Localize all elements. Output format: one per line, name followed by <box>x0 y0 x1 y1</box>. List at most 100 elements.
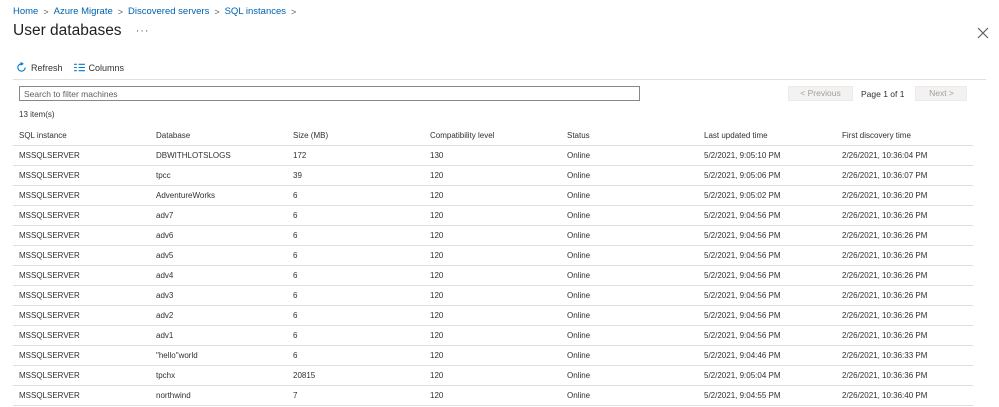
table-cell: MSSQLSERVER <box>13 345 150 366</box>
table-cell: MSSQLSERVER <box>13 225 150 246</box>
table-cell: 2/26/2021, 10:36:26 PM <box>836 285 973 306</box>
table-cell: 5/2/2021, 9:05:06 PM <box>698 165 836 186</box>
table-cell: 5/2/2021, 9:05:10 PM <box>698 145 836 166</box>
table-cell: 6 <box>287 285 424 306</box>
table-cell: 39 <box>287 165 424 186</box>
table-cell: adv2 <box>150 305 287 326</box>
table-cell: 2/26/2021, 10:36:26 PM <box>836 205 973 226</box>
breadcrumb-separator: > <box>117 6 124 17</box>
table-cell: 120 <box>424 305 561 326</box>
table-cell: 172 <box>287 145 424 166</box>
table-cell: Online <box>561 365 698 386</box>
table-cell: 2/26/2021, 10:36:26 PM <box>836 245 973 266</box>
table-row[interactable]: MSSQLSERVER adv5 6 120 Online 5/2/2021, 9:04:… <box>13 245 973 266</box>
table-cell: Online <box>561 305 698 326</box>
table-cell: 120 <box>424 285 561 306</box>
column-header[interactable]: Status <box>561 125 698 146</box>
table-cell: tpchx <box>150 365 287 386</box>
table-row[interactable]: MSSQLSERVER DBWITHLOTSLOGS 172 130 Online 5/2… <box>13 145 973 166</box>
table-row[interactable]: MSSQLSERVER adv7 6 120 Online 5/2/2021, 9:04:… <box>13 205 973 226</box>
table-row[interactable]: MSSQLSERVER "hello"world 6 120 Online 5/2/202… <box>13 345 973 366</box>
refresh-label: Refresh <box>31 62 63 73</box>
table-cell: 120 <box>424 245 561 266</box>
table-cell: 120 <box>424 345 561 366</box>
table-cell: adv6 <box>150 225 287 246</box>
columns-label: Columns <box>88 62 125 73</box>
column-header[interactable]: Database <box>150 125 287 146</box>
table-cell: Online <box>561 165 698 186</box>
table-cell: 2/26/2021, 10:36:36 PM <box>836 365 973 386</box>
table-cell: 120 <box>424 325 561 346</box>
table-cell: 5/2/2021, 9:04:56 PM <box>698 265 836 286</box>
table-cell: 6 <box>287 205 424 226</box>
table-cell: 6 <box>287 305 424 326</box>
table-row[interactable]: MSSQLSERVER adv4 6 120 Online 5/2/2021, 9:04:… <box>13 265 973 286</box>
toolbar: Refresh Columns <box>16 62 135 73</box>
table-cell: Online <box>561 225 698 246</box>
table-cell: 6 <box>287 265 424 286</box>
table-cell: northwind <box>150 385 287 406</box>
table-cell: MSSQLSERVER <box>13 205 150 226</box>
table-row[interactable]: MSSQLSERVER northwind 7 120 Online 5/2/2021, … <box>13 385 973 406</box>
table-row[interactable]: MSSQLSERVER tpcc 39 120 Online 5/2/2021, 9:05… <box>13 165 973 186</box>
table-row[interactable]: MSSQLSERVER adv3 6 120 Online 5/2/2021, 9:04:… <box>13 285 973 306</box>
table-cell: Online <box>561 265 698 286</box>
table-cell: adv3 <box>150 285 287 306</box>
breadcrumb-link[interactable]: Home <box>13 6 38 17</box>
column-header[interactable]: First discovery time <box>836 125 973 146</box>
table-cell: 2/26/2021, 10:36:26 PM <box>836 305 973 326</box>
breadcrumb-link[interactable]: SQL instances <box>225 6 286 17</box>
table-cell: MSSQLSERVER <box>13 265 150 286</box>
table-row[interactable]: MSSQLSERVER adv1 6 120 Online 5/2/2021, 9:04:… <box>13 325 973 346</box>
close-icon[interactable] <box>977 26 989 39</box>
column-header[interactable]: Last updated time <box>698 125 836 146</box>
search-input[interactable] <box>19 86 640 101</box>
columns-button[interactable]: Columns <box>73 62 125 73</box>
table-cell: Online <box>561 245 698 266</box>
table-cell: Online <box>561 285 698 306</box>
column-header[interactable]: SQL instance <box>13 125 150 146</box>
table-cell: Online <box>561 345 698 366</box>
table-cell: Online <box>561 205 698 226</box>
breadcrumb-link[interactable]: Azure Migrate <box>54 6 113 17</box>
table-cell: 6 <box>287 345 424 366</box>
table-cell: 6 <box>287 185 424 206</box>
table-cell: adv7 <box>150 205 287 226</box>
breadcrumb-separator: > <box>43 6 49 17</box>
table-cell: 2/26/2021, 10:36:26 PM <box>836 325 973 346</box>
breadcrumb-separator: > <box>214 6 220 17</box>
next-page-button[interactable]: Next > <box>915 86 968 101</box>
table-cell: 2/26/2021, 10:36:07 PM <box>836 165 973 186</box>
title-row: User databases ··· <box>13 22 150 40</box>
breadcrumb: Home > Azure Migrate > Discovered servers > SQ… <box>13 6 301 17</box>
column-header[interactable]: Size (MB) <box>287 125 424 146</box>
table-cell: 120 <box>424 225 561 246</box>
table-cell: 120 <box>424 165 561 186</box>
table-cell: 5/2/2021, 9:04:56 PM <box>698 325 836 346</box>
table-cell: 5/2/2021, 9:04:55 PM <box>698 385 836 406</box>
refresh-icon <box>17 62 26 72</box>
table-cell: 120 <box>424 365 561 386</box>
table-cell: MSSQLSERVER <box>13 285 150 306</box>
table-cell: MSSQLSERVER <box>13 145 150 166</box>
table-cell: Online <box>561 325 698 346</box>
table-cell: AdventureWorks <box>150 185 287 206</box>
previous-page-button[interactable]: < Previous <box>788 86 853 101</box>
table-cell: tpcc <box>150 165 287 186</box>
breadcrumb-link[interactable]: Discovered servers <box>128 6 209 17</box>
table-row[interactable]: MSSQLSERVER tpchx 20815 120 Online 5/2/2021, … <box>13 365 973 386</box>
more-options-button[interactable]: ··· <box>136 25 150 37</box>
table-row[interactable]: MSSQLSERVER adv2 6 120 Online 5/2/2021, 9:04:… <box>13 305 973 326</box>
table-cell: 120 <box>424 185 561 206</box>
breadcrumb-separator: > <box>291 6 297 17</box>
table-cell: Online <box>561 185 698 206</box>
table-cell: 5/2/2021, 9:05:04 PM <box>698 365 836 386</box>
refresh-button[interactable]: Refresh <box>16 62 63 73</box>
column-header[interactable]: Compatibility level <box>424 125 561 146</box>
table-cell: 120 <box>424 385 561 406</box>
table-cell: MSSQLSERVER <box>13 245 150 266</box>
table-row[interactable]: MSSQLSERVER adv6 6 120 Online 5/2/2021, 9:04:… <box>13 225 973 246</box>
table-cell: MSSQLSERVER <box>13 185 150 206</box>
table-cell: 5/2/2021, 9:04:56 PM <box>698 245 836 266</box>
table-row[interactable]: MSSQLSERVER AdventureWorks 6 120 Online 5/2/2… <box>13 185 973 206</box>
